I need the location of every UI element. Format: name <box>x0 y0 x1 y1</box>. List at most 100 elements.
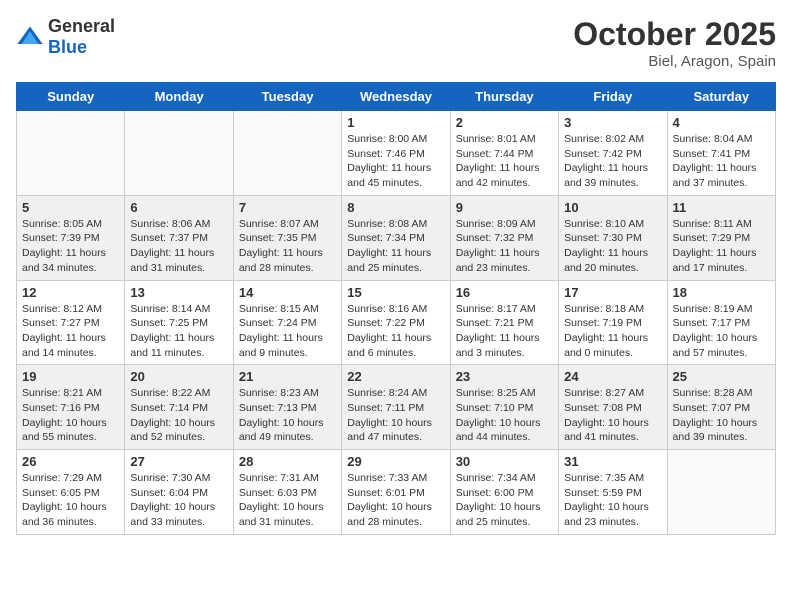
day-number: 12 <box>22 285 119 300</box>
weekday-header-thursday: Thursday <box>450 83 558 111</box>
calendar-cell: 21Sunrise: 8:23 AMSunset: 7:13 PMDayligh… <box>233 365 341 450</box>
day-info: Sunrise: 8:25 AMSunset: 7:10 PMDaylight:… <box>456 386 553 445</box>
logo-icon <box>16 23 44 51</box>
day-number: 9 <box>456 200 553 215</box>
calendar-cell: 26 Sunrise: 7:29 AMSunset: 6:05 PMDayligh… <box>17 450 125 535</box>
logo-general: General <box>48 16 115 36</box>
calendar-cell: 22 Sunrise: 8:24 AMSunset: 7:11 PMDayligh… <box>342 365 450 450</box>
weekday-header-sunday: Sunday <box>17 83 125 111</box>
weekday-header-friday: Friday <box>559 83 667 111</box>
weekday-header-monday: Monday <box>125 83 233 111</box>
calendar-cell: 10Sunrise: 8:10 AMSunset: 7:30 PMDayligh… <box>559 195 667 280</box>
calendar-cell: 27 Sunrise: 7:30 AMSunset: 6:04 PMDayligh… <box>125 450 233 535</box>
day-info: Sunrise: 7:33 AMSunset: 6:01 PMDaylight:… <box>347 471 444 530</box>
calendar-cell: 12Sunrise: 8:12 AMSunset: 7:27 PMDayligh… <box>17 280 125 365</box>
calendar-cell: 17 Sunrise: 8:18 AMSunset: 7:19 PMDayligh… <box>559 280 667 365</box>
calendar-cell: 13 Sunrise: 8:14 AMSunset: 7:25 PMDayligh… <box>125 280 233 365</box>
logo-text: General Blue <box>48 16 115 58</box>
calendar-cell: 7Sunrise: 8:07 AMSunset: 7:35 PMDaylight… <box>233 195 341 280</box>
day-info: Sunrise: 7:31 AMSunset: 6:03 PMDaylight:… <box>239 471 336 530</box>
day-number: 18 <box>673 285 770 300</box>
calendar-cell: 31Sunrise: 7:35 AMSunset: 5:59 PMDayligh… <box>559 450 667 535</box>
month-title: October 2025 <box>573 16 776 53</box>
calendar-cell: 16 Sunrise: 8:17 AMSunset: 7:21 PMDayligh… <box>450 280 558 365</box>
day-info: Sunrise: 7:29 AMSunset: 6:05 PMDaylight:… <box>22 471 119 530</box>
weekday-header-tuesday: Tuesday <box>233 83 341 111</box>
day-info: Sunrise: 8:06 AMSunset: 7:37 PMDaylight:… <box>130 217 227 276</box>
day-info: Sunrise: 7:34 AMSunset: 6:00 PMDaylight:… <box>456 471 553 530</box>
day-number: 13 <box>130 285 227 300</box>
weekday-header-wednesday: Wednesday <box>342 83 450 111</box>
day-number: 4 <box>673 115 770 130</box>
calendar-cell: 24 Sunrise: 8:27 AMSunset: 7:08 PMDayligh… <box>559 365 667 450</box>
day-info: Sunrise: 8:05 AMSunset: 7:39 PMDaylight:… <box>22 217 119 276</box>
calendar: SundayMondayTuesdayWednesdayThursdayFrid… <box>16 82 776 535</box>
day-number: 24 <box>564 369 661 384</box>
day-info: Sunrise: 8:28 AMSunset: 7:07 PMDaylight:… <box>673 386 770 445</box>
calendar-cell: 1Sunrise: 8:00 AMSunset: 7:46 PMDaylight… <box>342 111 450 196</box>
day-number: 6 <box>130 200 227 215</box>
calendar-cell <box>125 111 233 196</box>
day-number: 3 <box>564 115 661 130</box>
calendar-cell: 9 Sunrise: 8:09 AMSunset: 7:32 PMDaylight… <box>450 195 558 280</box>
day-number: 28 <box>239 454 336 469</box>
calendar-cell: 3Sunrise: 8:02 AMSunset: 7:42 PMDaylight… <box>559 111 667 196</box>
day-info: Sunrise: 8:09 AMSunset: 7:32 PMDaylight:… <box>456 217 553 276</box>
logo-blue: Blue <box>48 37 87 57</box>
location-title: Biel, Aragon, Spain <box>573 53 776 70</box>
title-block: October 2025 Biel, Aragon, Spain <box>573 16 776 70</box>
day-info: Sunrise: 8:14 AMSunset: 7:25 PMDaylight:… <box>130 302 227 361</box>
calendar-cell: 11Sunrise: 8:11 AMSunset: 7:29 PMDayligh… <box>667 195 775 280</box>
day-info: Sunrise: 8:23 AMSunset: 7:13 PMDaylight:… <box>239 386 336 445</box>
calendar-body: 1Sunrise: 8:00 AMSunset: 7:46 PMDaylight… <box>17 111 776 535</box>
day-number: 2 <box>456 115 553 130</box>
day-number: 5 <box>22 200 119 215</box>
day-number: 7 <box>239 200 336 215</box>
day-number: 1 <box>347 115 444 130</box>
day-info: Sunrise: 8:21 AMSunset: 7:16 PMDaylight:… <box>22 386 119 445</box>
calendar-cell: 6 Sunrise: 8:06 AMSunset: 7:37 PMDaylight… <box>125 195 233 280</box>
day-number: 17 <box>564 285 661 300</box>
calendar-cell: 25 Sunrise: 8:28 AMSunset: 7:07 PMDayligh… <box>667 365 775 450</box>
logo: General Blue <box>16 16 115 58</box>
day-info: Sunrise: 8:16 AMSunset: 7:22 PMDaylight:… <box>347 302 444 361</box>
calendar-cell <box>667 450 775 535</box>
calendar-cell: 19Sunrise: 8:21 AMSunset: 7:16 PMDayligh… <box>17 365 125 450</box>
calendar-cell <box>233 111 341 196</box>
calendar-week-1: 1Sunrise: 8:00 AMSunset: 7:46 PMDaylight… <box>17 111 776 196</box>
calendar-cell: 8Sunrise: 8:08 AMSunset: 7:34 PMDaylight… <box>342 195 450 280</box>
calendar-cell: 14Sunrise: 8:15 AMSunset: 7:24 PMDayligh… <box>233 280 341 365</box>
day-info: Sunrise: 8:15 AMSunset: 7:24 PMDaylight:… <box>239 302 336 361</box>
day-info: Sunrise: 8:22 AMSunset: 7:14 PMDaylight:… <box>130 386 227 445</box>
calendar-week-2: 5 Sunrise: 8:05 AMSunset: 7:39 PMDaylight… <box>17 195 776 280</box>
weekday-header-row: SundayMondayTuesdayWednesdayThursdayFrid… <box>17 83 776 111</box>
day-number: 25 <box>673 369 770 384</box>
calendar-cell: 30 Sunrise: 7:34 AMSunset: 6:00 PMDayligh… <box>450 450 558 535</box>
day-number: 23 <box>456 369 553 384</box>
day-info: Sunrise: 8:11 AMSunset: 7:29 PMDaylight:… <box>673 217 770 276</box>
day-number: 16 <box>456 285 553 300</box>
day-info: Sunrise: 8:17 AMSunset: 7:21 PMDaylight:… <box>456 302 553 361</box>
calendar-cell <box>17 111 125 196</box>
calendar-cell: 28 Sunrise: 7:31 AMSunset: 6:03 PMDayligh… <box>233 450 341 535</box>
day-info: Sunrise: 8:27 AMSunset: 7:08 PMDaylight:… <box>564 386 661 445</box>
day-number: 26 <box>22 454 119 469</box>
day-number: 27 <box>130 454 227 469</box>
day-info: Sunrise: 8:08 AMSunset: 7:34 PMDaylight:… <box>347 217 444 276</box>
calendar-cell: 2Sunrise: 8:01 AMSunset: 7:44 PMDaylight… <box>450 111 558 196</box>
day-number: 10 <box>564 200 661 215</box>
header: General Blue October 2025 Biel, Aragon, … <box>16 16 776 70</box>
day-info: Sunrise: 7:35 AMSunset: 5:59 PMDaylight:… <box>564 471 661 530</box>
day-number: 30 <box>456 454 553 469</box>
day-info: Sunrise: 8:18 AMSunset: 7:19 PMDaylight:… <box>564 302 661 361</box>
calendar-cell: 5 Sunrise: 8:05 AMSunset: 7:39 PMDaylight… <box>17 195 125 280</box>
day-info: Sunrise: 8:24 AMSunset: 7:11 PMDaylight:… <box>347 386 444 445</box>
day-number: 22 <box>347 369 444 384</box>
day-info: Sunrise: 8:19 AMSunset: 7:17 PMDaylight:… <box>673 302 770 361</box>
day-number: 29 <box>347 454 444 469</box>
calendar-cell: 18 Sunrise: 8:19 AMSunset: 7:17 PMDayligh… <box>667 280 775 365</box>
day-number: 20 <box>130 369 227 384</box>
calendar-week-3: 12Sunrise: 8:12 AMSunset: 7:27 PMDayligh… <box>17 280 776 365</box>
day-info: Sunrise: 7:30 AMSunset: 6:04 PMDaylight:… <box>130 471 227 530</box>
calendar-cell: 23 Sunrise: 8:25 AMSunset: 7:10 PMDayligh… <box>450 365 558 450</box>
